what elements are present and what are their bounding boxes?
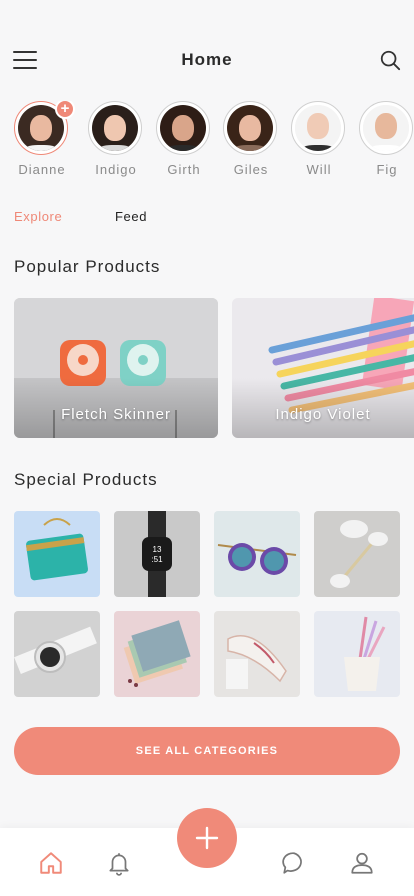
- product-thumb-white-watch[interactable]: [14, 611, 100, 697]
- page-title: Home: [181, 50, 233, 69]
- section-title-special: Special Products: [14, 470, 158, 489]
- story-name: Giles: [233, 162, 269, 177]
- avatar: [291, 101, 345, 155]
- product-thumb-watch[interactable]: 13 :51: [114, 511, 200, 597]
- avatar: [156, 101, 210, 155]
- section-title-popular: Popular Products: [14, 257, 161, 276]
- search-icon[interactable]: [379, 49, 401, 71]
- product-thumb-sunglasses[interactable]: [214, 511, 300, 597]
- story-item[interactable]: Girth: [156, 101, 212, 177]
- story-name: Dianne: [18, 162, 66, 177]
- add-button[interactable]: [177, 808, 237, 868]
- story-name: Girth: [167, 162, 201, 177]
- see-all-categories-button[interactable]: SEE ALL CATEGORIES: [14, 727, 400, 775]
- story-name: Indigo: [95, 162, 137, 177]
- story-name: Fig: [376, 162, 398, 177]
- avatar: [88, 101, 142, 155]
- product-thumb-roller[interactable]: [314, 511, 400, 597]
- avatar: +: [14, 101, 75, 155]
- story-name: Will: [306, 162, 332, 177]
- story-item[interactable]: Indigo: [88, 101, 144, 177]
- plus-icon: [195, 826, 219, 850]
- product-thumb-notebooks[interactable]: [114, 611, 200, 697]
- story-item[interactable]: Giles: [223, 101, 279, 177]
- chat-icon[interactable]: [281, 850, 307, 876]
- home-icon[interactable]: [38, 850, 64, 876]
- tab-feed[interactable]: Feed: [115, 209, 147, 224]
- tab-explore[interactable]: Explore: [14, 209, 62, 224]
- user-icon[interactable]: [349, 850, 375, 876]
- card-label: Fletch Skinner: [61, 406, 171, 423]
- stories-row: + Dianne Indigo Girth Giles Will Fig: [14, 101, 414, 181]
- popular-product-card[interactable]: Indigo Violet: [232, 298, 414, 438]
- header: Home: [0, 40, 414, 80]
- product-thumb-sneaker[interactable]: [214, 611, 300, 697]
- avatar: [359, 101, 413, 155]
- avatar: [223, 101, 277, 155]
- card-label: Indigo Violet: [275, 406, 371, 423]
- product-thumb-clutch[interactable]: [14, 511, 100, 597]
- story-item[interactable]: Fig: [359, 101, 414, 177]
- svg-text::51: :51: [151, 555, 163, 564]
- story-item[interactable]: + Dianne: [14, 101, 75, 177]
- add-story-icon[interactable]: +: [55, 101, 75, 119]
- bell-icon[interactable]: [106, 850, 132, 876]
- popular-product-card[interactable]: Fletch Skinner: [14, 298, 218, 438]
- story-item[interactable]: Will: [291, 101, 347, 177]
- product-thumb-pencil-cup[interactable]: [314, 611, 400, 697]
- svg-text:13: 13: [153, 545, 162, 554]
